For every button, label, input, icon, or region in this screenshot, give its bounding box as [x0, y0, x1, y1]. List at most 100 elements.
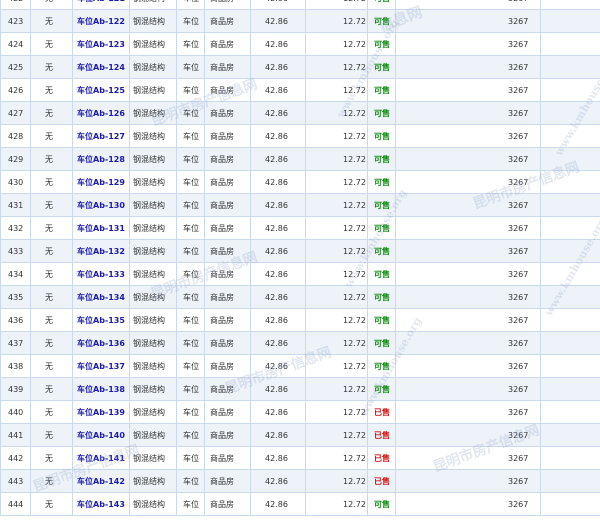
floor-cell: 无: [30, 124, 73, 148]
table-row[interactable]: 423无车位Ab-122钢混结构车位商品房42.8612.72可售3267140…: [0, 9, 600, 33]
shared-area-cell: 12.72: [305, 124, 368, 148]
table-row[interactable]: 441无车位Ab-140钢混结构车位商品房42.8612.72已售3267140…: [0, 423, 600, 447]
room-number-link[interactable]: 车位Ab-138: [72, 377, 130, 401]
shared-area-cell: 12.72: [305, 147, 368, 171]
table-row[interactable]: 425无车位Ab-124钢混结构车位商品房42.8612.72可售3267140…: [0, 55, 600, 79]
unit-price-cell: 3267: [395, 285, 541, 309]
room-number-link[interactable]: 车位Ab-128: [72, 147, 130, 171]
structure-cell: 钢混结构: [129, 239, 177, 263]
table-row[interactable]: 430无车位Ab-129钢混结构车位商品房42.8612.72可售3267140…: [0, 170, 600, 194]
room-number-link[interactable]: 车位Ab-139: [72, 400, 130, 424]
room-number-link[interactable]: 车位Ab-137: [72, 354, 130, 378]
usage-cell: 车位: [176, 423, 205, 447]
floor-cell: 无: [30, 423, 73, 447]
floor-area-cell: 42.86: [250, 9, 306, 33]
usage-cell: 车位: [176, 216, 205, 240]
table-row[interactable]: 440无车位Ab-139钢混结构车位商品房42.8612.72已售3267140…: [0, 400, 600, 424]
room-number-link[interactable]: 车位Ab-135: [72, 308, 130, 332]
room-number-link[interactable]: 车位Ab-131: [72, 216, 130, 240]
floor-cell: 无: [30, 147, 73, 171]
room-number-link[interactable]: 车位Ab-130: [72, 193, 130, 217]
room-number-link[interactable]: 车位Ab-140: [72, 423, 130, 447]
table-row[interactable]: 422无车位Ab-121钢混结构车位商品房42.8612.72可售3267140…: [0, 0, 600, 10]
property-type-cell: 商品房: [204, 101, 251, 125]
structure-cell: 钢混结构: [129, 446, 177, 470]
property-type-cell: 商品房: [204, 285, 251, 309]
shared-area-cell: 12.72: [305, 354, 368, 378]
table-row[interactable]: 434无车位Ab-133钢混结构车位商品房42.8612.72可售3267140…: [0, 262, 600, 286]
table-row[interactable]: 443无车位Ab-142钢混结构车位商品房42.8612.72已售3267140…: [0, 469, 600, 493]
structure-cell: 钢混结构: [129, 492, 177, 516]
room-number-link[interactable]: 车位Ab-134: [72, 285, 130, 309]
floor-area-cell: 42.86: [250, 78, 306, 102]
room-number-link[interactable]: 车位Ab-122: [72, 9, 130, 33]
room-number-link[interactable]: 车位Ab-129: [72, 170, 130, 194]
unit-price-cell: 3267: [395, 446, 541, 470]
total-price-cell: 140000: [540, 262, 600, 286]
floor-area-cell: 42.86: [250, 239, 306, 263]
room-number-link[interactable]: 车位Ab-127: [72, 124, 130, 148]
status-badge: 可售: [367, 308, 396, 332]
floor-area-cell: 42.86: [250, 0, 306, 10]
unit-price-cell: 3267: [395, 124, 541, 148]
structure-cell: 钢混结构: [129, 32, 177, 56]
table-row[interactable]: 435无车位Ab-134钢混结构车位商品房42.8612.72可售3267140…: [0, 285, 600, 309]
table-row[interactable]: 432无车位Ab-131钢混结构车位商品房42.8612.72可售3267140…: [0, 216, 600, 240]
total-price-cell: 140000: [540, 492, 600, 516]
unit-price-cell: 3267: [395, 400, 541, 424]
room-number-link[interactable]: 车位Ab-125: [72, 78, 130, 102]
table-row[interactable]: 436无车位Ab-135钢混结构车位商品房42.8612.72可售3267140…: [0, 308, 600, 332]
structure-cell: 钢混结构: [129, 400, 177, 424]
table-row[interactable]: 433无车位Ab-132钢混结构车位商品房42.8612.72可售3267140…: [0, 239, 600, 263]
room-number-link[interactable]: 车位Ab-143: [72, 492, 130, 516]
table-row[interactable]: 424无车位Ab-123钢混结构车位商品房42.8612.72可售3267140…: [0, 32, 600, 56]
status-badge: 可售: [367, 32, 396, 56]
table-row[interactable]: 429无车位Ab-128钢混结构车位商品房42.8612.72可售3267140…: [0, 147, 600, 171]
room-number-link[interactable]: 车位Ab-121: [72, 0, 130, 10]
floor-area-cell: 42.86: [250, 446, 306, 470]
room-number-link[interactable]: 车位Ab-141: [72, 446, 130, 470]
table-row[interactable]: 437无车位Ab-136钢混结构车位商品房42.8612.72可售3267140…: [0, 331, 600, 355]
usage-cell: 车位: [176, 170, 205, 194]
shared-area-cell: 12.72: [305, 308, 368, 332]
room-number-link[interactable]: 车位Ab-133: [72, 262, 130, 286]
usage-cell: 车位: [176, 239, 205, 263]
property-type-cell: 商品房: [204, 147, 251, 171]
floor-cell: 无: [30, 262, 73, 286]
room-number-link[interactable]: 车位Ab-126: [72, 101, 130, 125]
total-price-cell: 140000: [540, 78, 600, 102]
structure-cell: 钢混结构: [129, 78, 177, 102]
table-row[interactable]: 442无车位Ab-141钢混结构车位商品房42.8612.72已售3267140…: [0, 446, 600, 470]
property-type-cell: 商品房: [204, 9, 251, 33]
unit-price-cell: 3267: [395, 308, 541, 332]
table-row[interactable]: 427无车位Ab-126钢混结构车位商品房42.8612.72可售3267140…: [0, 101, 600, 125]
floor-cell: 无: [30, 492, 73, 516]
table-row[interactable]: 426无车位Ab-125钢混结构车位商品房42.8612.72可售3267140…: [0, 78, 600, 102]
structure-cell: 钢混结构: [129, 55, 177, 79]
table-row[interactable]: 439无车位Ab-138钢混结构车位商品房42.8612.72可售3267140…: [0, 377, 600, 401]
table-row[interactable]: 444无车位Ab-143钢混结构车位商品房42.8612.72可售3267140…: [0, 492, 600, 516]
table-row[interactable]: 438无车位Ab-137钢混结构车位商品房42.8612.72可售3267140…: [0, 354, 600, 378]
total-price-cell: 140000: [540, 285, 600, 309]
floor-area-cell: 42.86: [250, 193, 306, 217]
room-number-link[interactable]: 车位Ab-142: [72, 469, 130, 493]
floor-area-cell: 42.86: [250, 147, 306, 171]
unit-price-cell: 3267: [395, 55, 541, 79]
structure-cell: 钢混结构: [129, 308, 177, 332]
total-price-cell: 140000: [540, 377, 600, 401]
row-number: 444: [0, 492, 31, 516]
room-number-link[interactable]: 车位Ab-136: [72, 331, 130, 355]
room-number-link[interactable]: 车位Ab-124: [72, 55, 130, 79]
room-number-link[interactable]: 车位Ab-123: [72, 32, 130, 56]
table-row[interactable]: 431无车位Ab-130钢混结构车位商品房42.8612.72可售3267140…: [0, 193, 600, 217]
property-type-cell: 商品房: [204, 216, 251, 240]
status-badge: 可售: [367, 55, 396, 79]
unit-price-cell: 3267: [395, 170, 541, 194]
total-price-cell: 140000: [540, 308, 600, 332]
property-type-cell: 商品房: [204, 193, 251, 217]
room-number-link[interactable]: 车位Ab-132: [72, 239, 130, 263]
table-row[interactable]: 428无车位Ab-127钢混结构车位商品房42.8612.72可售3267140…: [0, 124, 600, 148]
row-number: 433: [0, 239, 31, 263]
unit-price-cell: 3267: [395, 0, 541, 10]
total-price-cell: 140000: [540, 239, 600, 263]
